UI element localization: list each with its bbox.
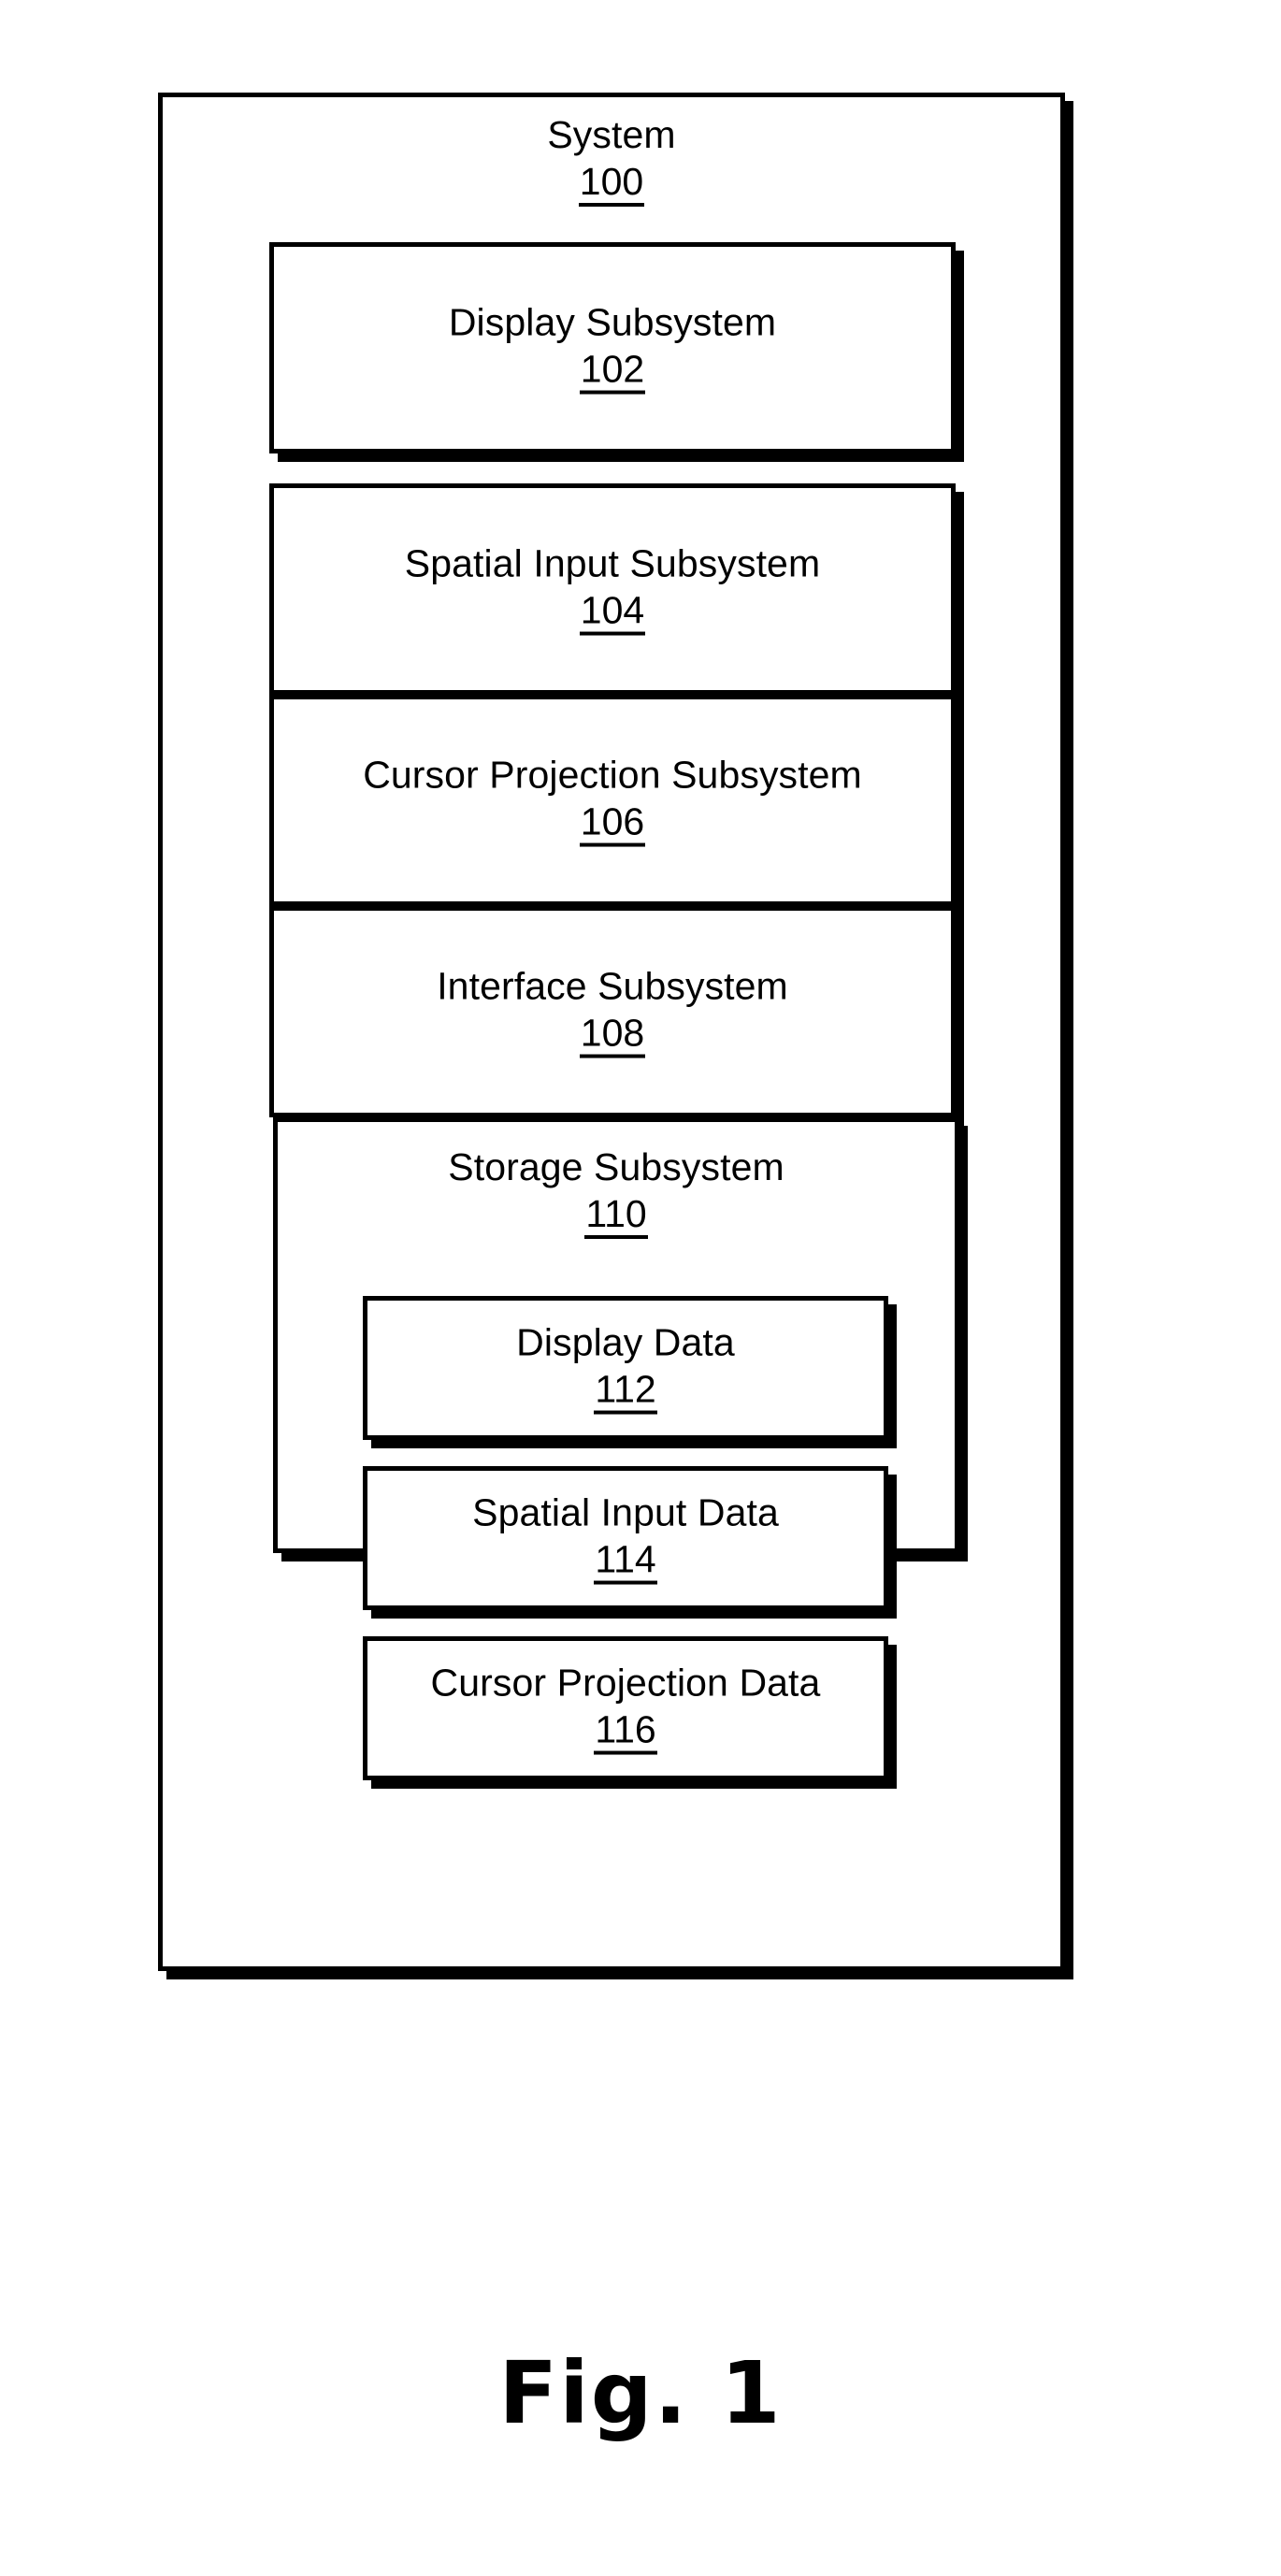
cursor-projection-data-ref-number: 116	[367, 1708, 884, 1755]
display-data-label: Display Data 112	[367, 1320, 884, 1415]
cursor-projection-subsystem-title: Cursor Projection Subsystem	[363, 753, 862, 797]
spatial-input-subsystem-label: Spatial Input Subsystem 104	[274, 541, 951, 636]
spatial-input-subsystem-ref-number-value: 104	[579, 591, 646, 636]
spatial-input-data-ref-number: 114	[367, 1538, 884, 1585]
cursor-projection-data-label: Cursor Projection Data 116	[367, 1662, 884, 1755]
spatial-input-subsystem-box: Spatial Input Subsystem 104	[269, 483, 956, 695]
interface-subsystem-box: Interface Subsystem 108	[269, 906, 956, 1117]
system-ref-number-value: 100	[578, 162, 645, 207]
cursor-projection-data-ref-number-value: 116	[594, 1710, 657, 1755]
display-subsystem-label: Display Subsystem 102	[274, 300, 951, 395]
figure-caption: Fig. 1	[498, 2343, 783, 2443]
storage-subsystem-title: Storage Subsystem	[448, 1145, 784, 1188]
display-subsystem-ref-number-value: 102	[579, 350, 646, 395]
display-data-box: Display Data 112	[363, 1296, 888, 1440]
cursor-projection-subsystem-label: Cursor Projection Subsystem 106	[274, 753, 951, 847]
storage-subsystem-ref-number-value: 110	[584, 1194, 648, 1239]
cursor-projection-subsystem-box: Cursor Projection Subsystem 106	[269, 695, 956, 906]
display-data-ref-number-value: 112	[594, 1370, 657, 1415]
system-ref-number: 100	[163, 161, 1060, 207]
cursor-projection-data-box: Cursor Projection Data 116	[363, 1636, 888, 1780]
display-data-ref-number: 112	[367, 1368, 884, 1415]
display-subsystem-ref-number: 102	[274, 348, 951, 395]
spatial-input-data-box: Spatial Input Data 114	[363, 1466, 888, 1610]
spatial-input-data-ref-number-value: 114	[594, 1540, 657, 1585]
display-subsystem-title: Display Subsystem	[448, 300, 777, 344]
cursor-projection-subsystem-ref-number-value: 106	[579, 802, 646, 847]
display-subsystem-box: Display Subsystem 102	[269, 242, 956, 453]
storage-subsystem-box: Storage Subsystem 110 Display Data 112 S…	[273, 1117, 959, 1780]
interface-subsystem-ref-number: 108	[274, 1012, 951, 1058]
spatial-input-data-title: Spatial Input Data	[472, 1490, 779, 1534]
system-title: System	[547, 113, 676, 156]
system-box: System 100 Display Subsystem 102 Spatial…	[158, 93, 1065, 1971]
interface-subsystem-ref-number-value: 108	[579, 1014, 646, 1058]
cursor-projection-data-title: Cursor Projection Data	[430, 1661, 821, 1705]
storage-subsystem-ref-number: 110	[278, 1193, 955, 1239]
spatial-input-subsystem-ref-number: 104	[274, 589, 951, 636]
spatial-input-subsystem-title: Spatial Input Subsystem	[404, 541, 821, 585]
system-heading: System 100	[163, 113, 1060, 207]
display-data-title: Display Data	[516, 1320, 735, 1364]
interface-subsystem-label: Interface Subsystem 108	[274, 964, 951, 1058]
cursor-projection-subsystem-ref-number: 106	[274, 800, 951, 847]
interface-subsystem-title: Interface Subsystem	[437, 964, 788, 1008]
spatial-input-data-label: Spatial Input Data 114	[367, 1490, 884, 1585]
storage-subsystem-label: Storage Subsystem 110	[278, 1145, 955, 1239]
